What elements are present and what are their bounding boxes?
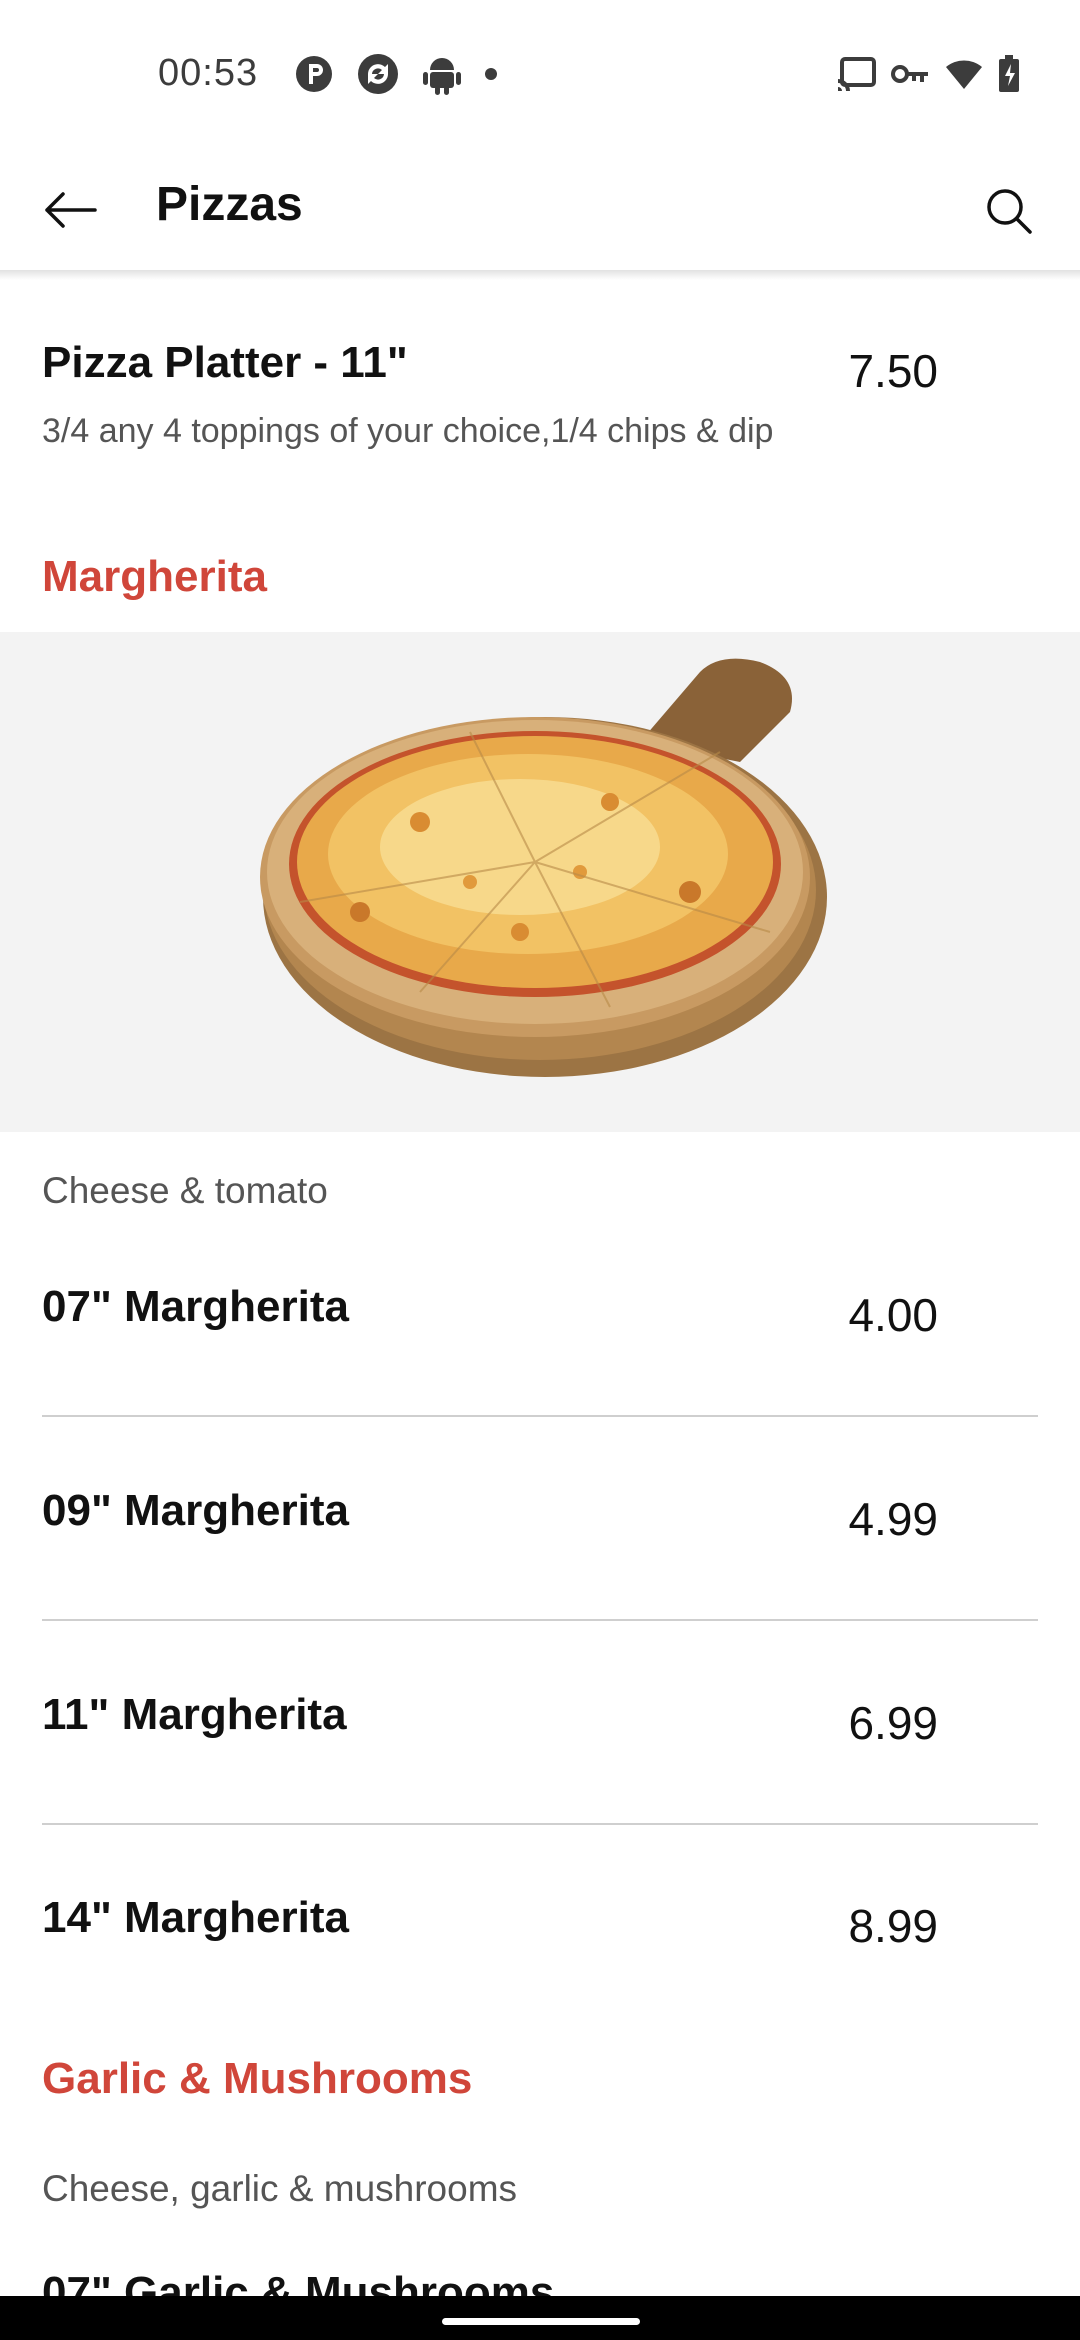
- divider: [42, 1619, 1038, 1621]
- app-bar: Pizzas: [0, 150, 1080, 270]
- status-time: 00:53: [158, 52, 259, 94]
- item-price: 8.99: [848, 1900, 938, 1952]
- divider: [42, 1415, 1038, 1417]
- android-icon: [423, 58, 461, 95]
- item-name: Pizza Platter - 11": [42, 338, 408, 387]
- menu-item-margherita-14[interactable]: 14" Margherita 8.99: [42, 1881, 1038, 1991]
- menu-item-pizza-platter[interactable]: Pizza Platter - 11" 7.50 3/4 any 4 toppi…: [42, 330, 1038, 470]
- home-gesture-handle[interactable]: [442, 2318, 640, 2325]
- status-icons-left: [294, 52, 520, 96]
- item-name: 07" Margherita: [42, 1282, 349, 1331]
- status-icons-right: [822, 52, 1020, 96]
- arrow-left-icon: [45, 192, 97, 228]
- dot-icon: [485, 68, 497, 80]
- item-name: 11" Margherita: [42, 1690, 347, 1739]
- section-title-garlic-mushrooms: Garlic & Mushrooms: [42, 2054, 473, 2103]
- section-title-margherita: Margherita: [42, 552, 267, 601]
- item-price: 7.50: [848, 345, 938, 397]
- menu-item-margherita-09[interactable]: 09" Margherita 4.99: [42, 1474, 1038, 1584]
- menu-item-margherita-11[interactable]: 11" Margherita 6.99: [42, 1678, 1038, 1788]
- menu-item-margherita-07[interactable]: 07" Margherita 4.00: [42, 1270, 1038, 1380]
- back-button[interactable]: [30, 180, 110, 240]
- search-button[interactable]: [976, 178, 1042, 244]
- vpn-key-icon: [891, 65, 928, 83]
- app-bar-shadow: [0, 270, 1080, 280]
- item-price: 4.00: [848, 1289, 938, 1341]
- wifi-icon: [946, 60, 982, 89]
- pizza-illustration: [260, 658, 827, 1077]
- p-circle-icon: [296, 56, 332, 92]
- item-price: 4.99: [848, 1493, 938, 1545]
- section-description-margherita: Cheese & tomato: [42, 1170, 328, 1211]
- margherita-pizza-image: [0, 632, 1080, 1132]
- search-icon: [987, 189, 1032, 234]
- item-name: 09" Margherita: [42, 1486, 349, 1535]
- item-price: 6.99: [848, 1697, 938, 1749]
- item-name: 14" Margherita: [42, 1893, 349, 1942]
- sync-icon: [358, 54, 398, 94]
- cast-icon: [838, 57, 876, 91]
- page-title: Pizzas: [156, 178, 303, 231]
- item-description: 3/4 any 4 toppings of your choice,1/4 ch…: [42, 412, 774, 450]
- status-bar: 00:53: [0, 0, 1080, 150]
- divider: [42, 1823, 1038, 1825]
- section-description-garlic-mushrooms: Cheese, garlic & mushrooms: [42, 2168, 518, 2209]
- battery-charging-icon: [999, 55, 1019, 92]
